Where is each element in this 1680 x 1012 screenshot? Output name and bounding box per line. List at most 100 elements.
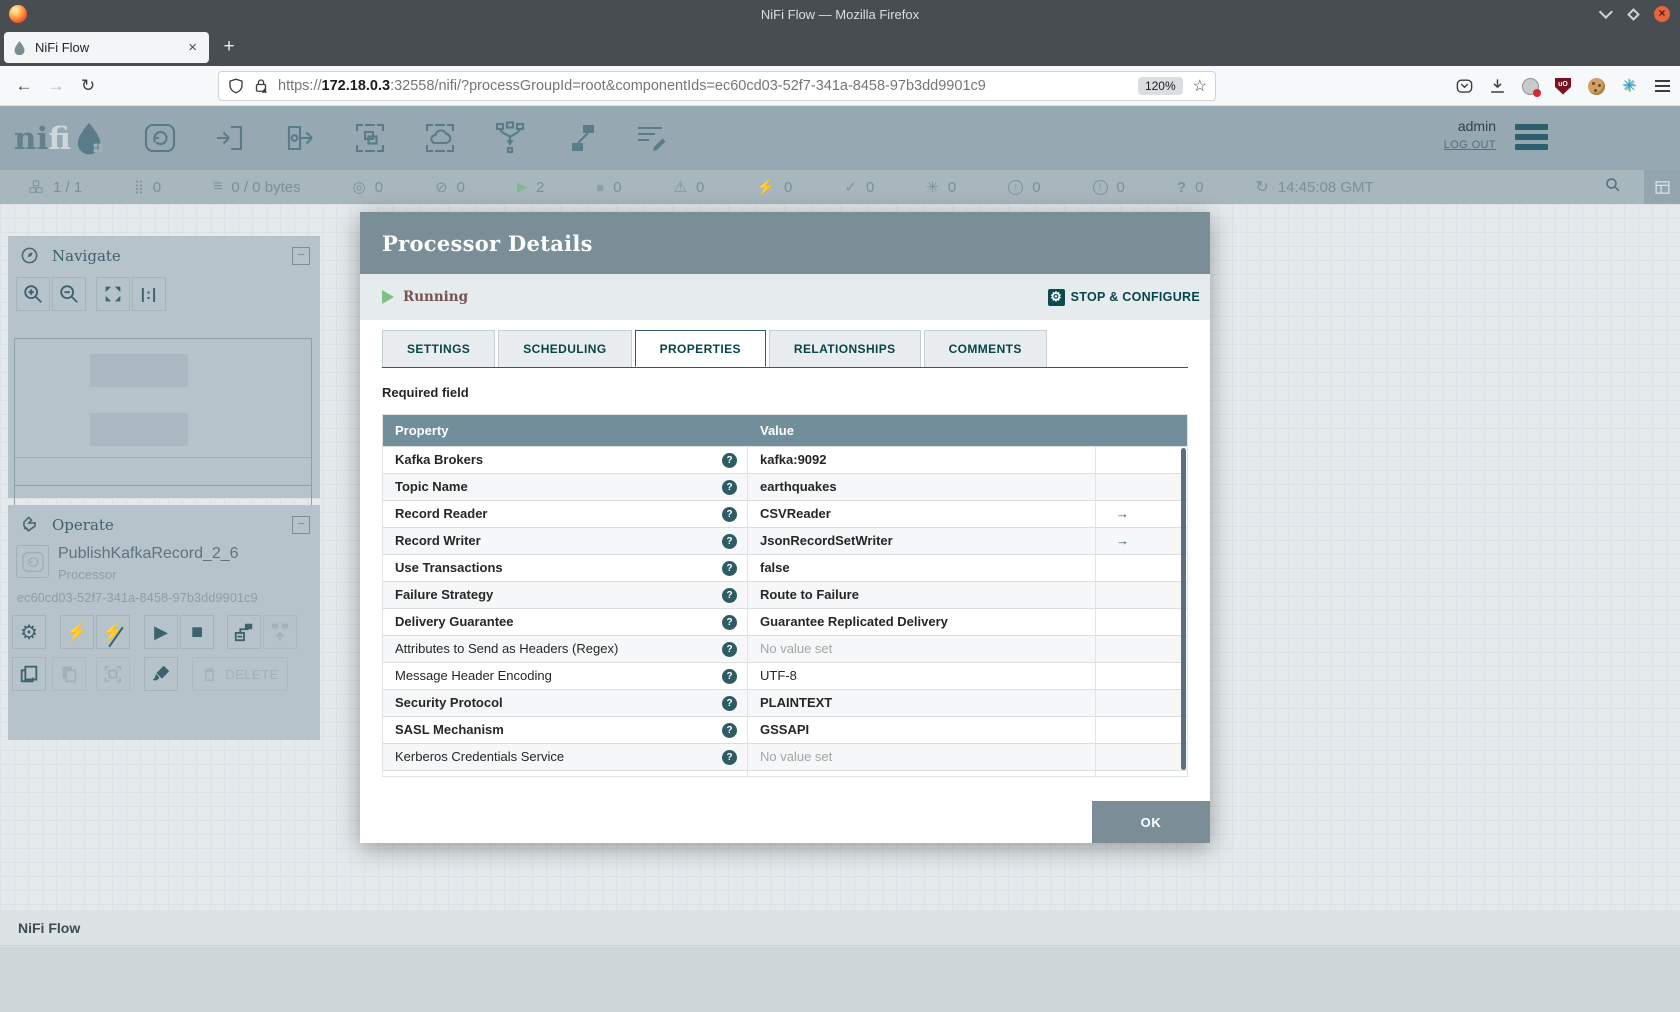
status-item: ⚡ 0 bbox=[756, 178, 792, 197]
stop-button[interactable]: ■ bbox=[180, 615, 214, 649]
forward-icon[interactable]: → bbox=[40, 76, 72, 96]
property-value[interactable]: PLAINTEXT bbox=[748, 690, 1096, 716]
configure-gear-button[interactable]: ⚙ bbox=[12, 615, 46, 649]
property-value[interactable]: Route to Failure bbox=[748, 582, 1096, 608]
tab-scheduling[interactable]: SCHEDULING bbox=[498, 330, 632, 367]
property-value[interactable]: No value set bbox=[748, 636, 1096, 662]
paste-button[interactable] bbox=[52, 657, 86, 691]
help-icon[interactable]: ? bbox=[722, 533, 737, 549]
multi-account-icon[interactable]: ✳ bbox=[1619, 76, 1639, 96]
reload-icon[interactable]: ↻ bbox=[72, 76, 104, 96]
browser-menu-icon[interactable] bbox=[1652, 76, 1672, 96]
process-group-icon[interactable] bbox=[351, 119, 389, 157]
logout-link[interactable]: LOG OUT bbox=[1444, 139, 1496, 151]
go-to-service-icon[interactable]: → bbox=[1116, 506, 1129, 521]
breadcrumb[interactable]: NiFi Flow bbox=[0, 910, 1680, 946]
tab-settings[interactable]: SETTINGS bbox=[382, 330, 496, 367]
help-icon[interactable]: ? bbox=[722, 668, 737, 684]
tab-close-icon[interactable]: × bbox=[184, 39, 201, 56]
property-value[interactable]: kafka:9092 bbox=[748, 447, 1096, 473]
birdseye-minimap[interactable] bbox=[14, 338, 312, 486]
zoom-out-button[interactable] bbox=[52, 277, 86, 311]
url-text[interactable]: https://172.18.0.3:32558/nifi/?processGr… bbox=[278, 78, 1138, 94]
copy-button[interactable] bbox=[12, 657, 46, 691]
disabled-icon: ⚡ bbox=[756, 179, 776, 196]
help-icon[interactable]: ? bbox=[722, 641, 737, 657]
property-name: Delivery Guarantee bbox=[395, 614, 514, 629]
property-name: Kafka Brokers bbox=[395, 452, 484, 467]
global-menu-icon[interactable] bbox=[1515, 124, 1548, 150]
remote-process-group-icon[interactable] bbox=[421, 119, 459, 157]
ok-button[interactable]: OK bbox=[1092, 801, 1210, 843]
input-port-icon[interactable] bbox=[211, 119, 249, 157]
tracking-shield-icon[interactable] bbox=[227, 77, 245, 95]
help-icon[interactable]: ? bbox=[722, 479, 737, 495]
property-value[interactable]: UTF-8 bbox=[748, 663, 1096, 689]
zoom-level-badge[interactable]: 120% bbox=[1137, 77, 1183, 95]
property-column-header: Property bbox=[395, 423, 449, 438]
collapse-icon[interactable]: − bbox=[292, 246, 310, 265]
tab-relationships[interactable]: RELATIONSHIPS bbox=[768, 330, 921, 367]
help-icon[interactable]: ? bbox=[722, 506, 737, 522]
enable-bolt-button[interactable]: ⚡ bbox=[60, 615, 94, 649]
downloads-icon[interactable] bbox=[1487, 76, 1507, 96]
back-icon[interactable]: ← bbox=[8, 76, 40, 96]
property-value[interactable]: GSSAPI bbox=[748, 717, 1096, 743]
color-brush-button[interactable] bbox=[144, 657, 178, 691]
browser-navbar: ← → ↻ https://172.18.0.3:32558/nifi/?pro… bbox=[0, 66, 1680, 106]
fit-button[interactable] bbox=[96, 277, 130, 311]
table-scrollbar[interactable] bbox=[1181, 448, 1186, 770]
bulletin-board-icon[interactable] bbox=[1644, 170, 1680, 204]
property-value[interactable]: Guarantee Replicated Delivery bbox=[748, 609, 1096, 635]
funnel-icon[interactable] bbox=[491, 119, 529, 157]
property-value[interactable]: JsonRecordSetWriter bbox=[748, 528, 1096, 554]
property-value[interactable]: false bbox=[748, 555, 1096, 581]
browser-tab[interactable]: NiFi Flow × bbox=[4, 32, 209, 63]
stop-and-configure-button[interactable]: ⚙ STOP & CONFIGURE bbox=[1047, 288, 1200, 306]
help-icon[interactable]: ? bbox=[722, 722, 737, 738]
nifi-favicon bbox=[14, 41, 25, 55]
help-icon[interactable]: ? bbox=[722, 452, 737, 468]
tab-comments[interactable]: COMMENTS bbox=[923, 330, 1047, 367]
lock-warning-icon[interactable] bbox=[252, 77, 270, 95]
start-button[interactable]: ▶ bbox=[144, 615, 178, 649]
pocket-icon[interactable] bbox=[1454, 76, 1474, 96]
go-to-service-icon[interactable]: → bbox=[1116, 533, 1129, 548]
status-value: 0 bbox=[695, 178, 705, 196]
help-icon[interactable]: ? bbox=[722, 695, 737, 711]
status-item: ↻ 14:45:08 GMT bbox=[1255, 177, 1373, 197]
label-icon[interactable] bbox=[631, 119, 669, 157]
new-tab-button[interactable]: + bbox=[216, 34, 242, 60]
cookie-icon[interactable] bbox=[1586, 76, 1606, 96]
ublock-icon[interactable]: uO bbox=[1553, 76, 1573, 96]
help-icon[interactable]: ? bbox=[722, 560, 737, 576]
disable-bolt-button[interactable]: ⚡ bbox=[96, 615, 130, 649]
window-close-icon[interactable]: × bbox=[1654, 6, 1670, 22]
help-icon[interactable]: ? bbox=[722, 749, 737, 765]
privacy-mask-icon[interactable] bbox=[1520, 76, 1541, 97]
help-icon[interactable]: ? bbox=[722, 614, 737, 630]
property-value[interactable]: CSVReader bbox=[748, 501, 1096, 527]
template-icon[interactable] bbox=[561, 119, 599, 157]
zoom-in-button[interactable] bbox=[16, 277, 50, 311]
property-value[interactable]: earthquakes bbox=[748, 474, 1096, 500]
save-template-button[interactable] bbox=[227, 615, 261, 649]
window-minimize-icon[interactable] bbox=[1598, 4, 1613, 19]
url-bar[interactable]: https://172.18.0.3:32558/nifi/?processGr… bbox=[218, 71, 1216, 101]
status-item: ? 0 bbox=[1177, 179, 1204, 196]
search-icon[interactable] bbox=[1604, 176, 1622, 199]
property-value[interactable]: No value set bbox=[748, 744, 1096, 770]
bookmark-star-icon[interactable]: ☆ bbox=[1193, 76, 1207, 96]
output-port-icon[interactable] bbox=[281, 119, 319, 157]
delete-button[interactable]: DELETE bbox=[192, 657, 288, 691]
collapse-icon[interactable]: − bbox=[292, 515, 310, 534]
upload-template-button[interactable] bbox=[263, 615, 297, 649]
help-icon[interactable]: ? bbox=[722, 587, 737, 603]
status-value: 0 bbox=[152, 178, 162, 196]
status-value: 0 bbox=[613, 178, 622, 196]
window-maximize-icon[interactable] bbox=[1627, 7, 1640, 21]
tab-properties[interactable]: PROPERTIES bbox=[634, 330, 766, 367]
processor-icon[interactable] bbox=[141, 119, 179, 157]
group-button[interactable] bbox=[96, 657, 130, 691]
actual-size-button[interactable]: |:| bbox=[132, 277, 166, 311]
